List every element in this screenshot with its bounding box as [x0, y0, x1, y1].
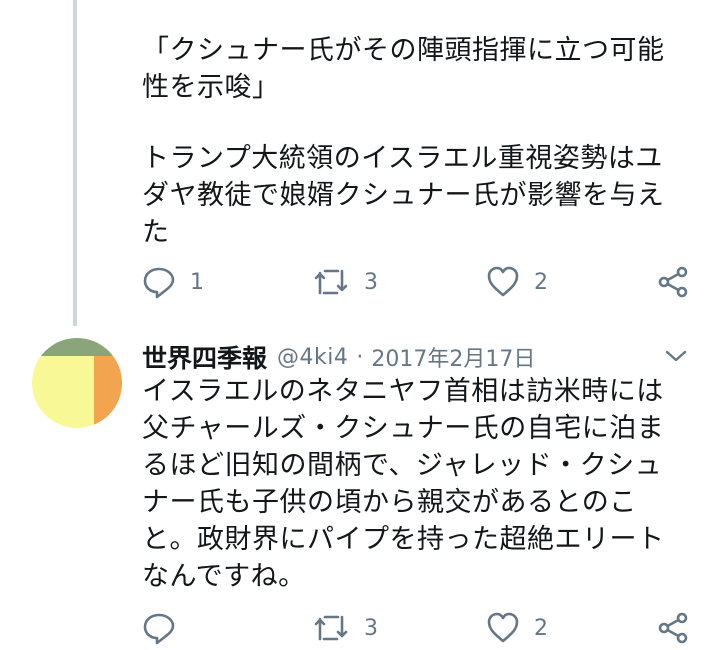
separator-dot: ·	[356, 344, 364, 370]
display-name[interactable]: 世界四季報	[142, 339, 267, 375]
retweet-button[interactable]: 3	[312, 610, 378, 646]
reply-icon	[142, 611, 176, 645]
reply-tweet-header: 世界四季報 @4ki4 · 2017年2月17日	[142, 340, 535, 374]
like-count: 2	[534, 615, 548, 641]
user-handle[interactable]: @4ki4	[277, 345, 348, 370]
parent-tweet-text-2: トランプ大統領のイスラエル重視姿勢はユダヤ教徒で娘婿クシュナー氏が影響を与えた	[142, 143, 665, 248]
parent-tweet-text-1: 「クシュナー氏がその陣頭指揮に立つ可能性を示唆」	[142, 35, 665, 103]
reply-count: 1	[190, 269, 204, 295]
like-icon	[486, 265, 520, 299]
like-button[interactable]: 2	[486, 264, 548, 300]
retweet-count: 3	[364, 269, 378, 295]
like-icon	[486, 611, 520, 645]
avatar[interactable]	[32, 338, 122, 428]
reply-button[interactable]	[142, 610, 190, 646]
share-icon	[656, 611, 690, 645]
reply-button[interactable]: 1	[142, 264, 204, 300]
reply-icon	[142, 265, 176, 299]
chevron-down-icon[interactable]	[664, 346, 688, 366]
reply-tweet-text: イスラエルのネタニヤフ首相は訪米時には父チャールズ・クシュナー氏の自宅に泊まるほ…	[142, 376, 665, 592]
share-icon	[656, 265, 690, 299]
share-button[interactable]	[656, 610, 690, 646]
like-count: 2	[534, 269, 548, 295]
avatar-top-band	[32, 338, 122, 356]
like-button[interactable]: 2	[486, 610, 548, 646]
retweet-button[interactable]: 3	[312, 264, 378, 300]
share-button[interactable]	[656, 264, 690, 300]
retweet-count: 3	[364, 615, 378, 641]
retweet-icon	[312, 265, 350, 299]
tweet-date[interactable]: 2017年2月17日	[371, 341, 535, 373]
retweet-icon	[312, 611, 350, 645]
reply-tweet-actions: 3 2	[142, 610, 692, 646]
avatar-right-band	[94, 356, 122, 428]
thread-line	[73, 0, 77, 326]
parent-tweet-actions: 1 3 2	[142, 264, 692, 300]
